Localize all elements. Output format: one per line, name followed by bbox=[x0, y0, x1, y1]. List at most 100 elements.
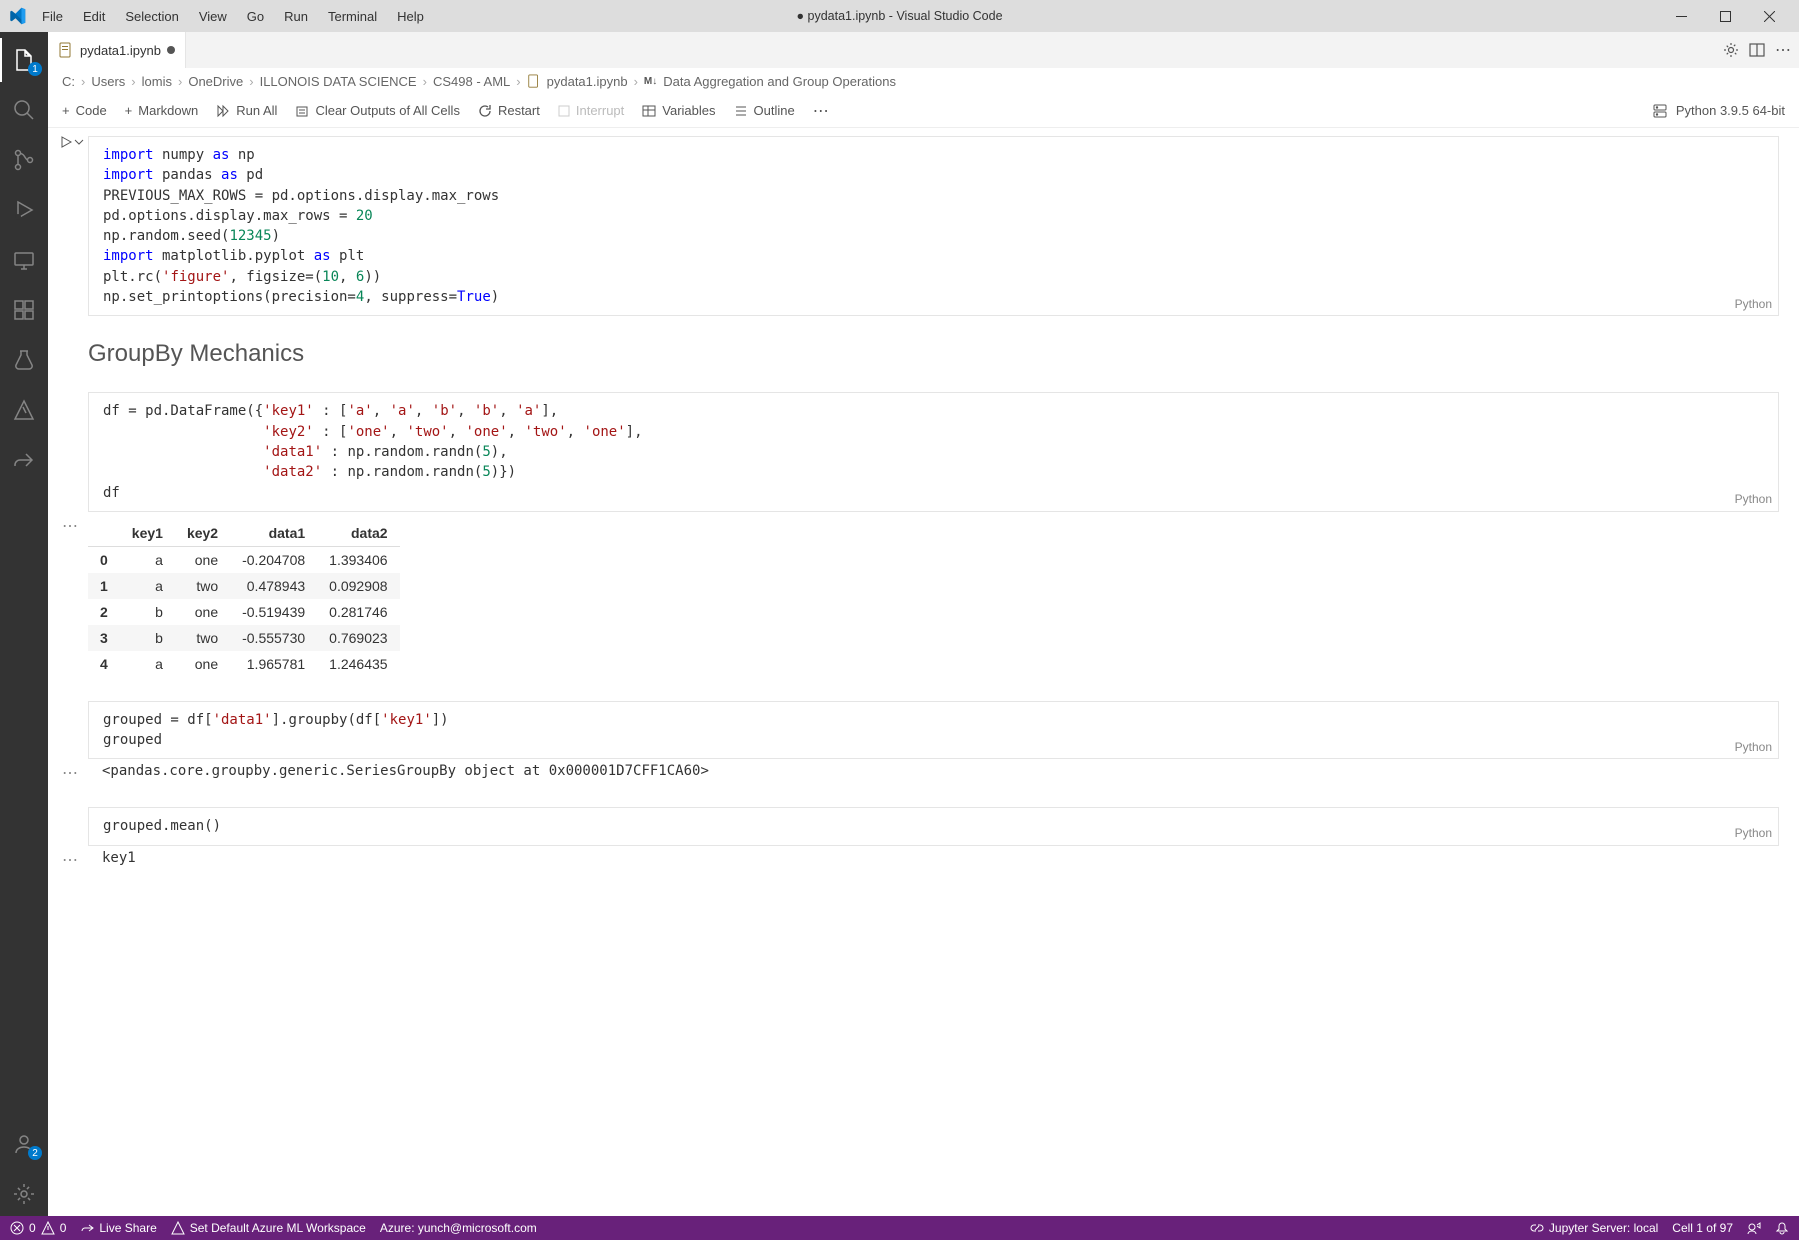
notebook-toolbar: +Code +Markdown Run All Clear Outputs of… bbox=[48, 94, 1799, 128]
run-all-button[interactable]: Run All bbox=[216, 103, 277, 118]
table-cell: 4 bbox=[88, 651, 120, 677]
activity-accounts[interactable]: 2 bbox=[0, 1122, 48, 1166]
table-cell: one bbox=[175, 546, 230, 573]
table-row: 0aone-0.2047081.393406 bbox=[88, 546, 400, 573]
code-cell[interactable]: grouped = df['data1'].groupby(df['key1']… bbox=[88, 701, 1779, 784]
split-editor-icon[interactable] bbox=[1749, 42, 1765, 58]
activity-run-debug[interactable] bbox=[0, 188, 48, 232]
activity-settings[interactable] bbox=[0, 1172, 48, 1216]
notebook-body[interactable]: import numpy as np import pandas as pd P… bbox=[48, 128, 1799, 1216]
more-toolbar-icon[interactable]: ⋯ bbox=[813, 101, 829, 121]
clear-outputs-button[interactable]: Clear Outputs of All Cells bbox=[295, 103, 460, 118]
window-title: ● pydata1.ipynb - Visual Studio Code bbox=[796, 9, 1002, 23]
variables-button[interactable]: Variables bbox=[642, 103, 715, 118]
table-cell: a bbox=[120, 546, 175, 573]
status-notifications-icon[interactable] bbox=[1775, 1221, 1789, 1235]
table-cell: a bbox=[120, 573, 175, 599]
heading-groupby-mechanics: GroupBy Mechanics bbox=[88, 340, 1779, 368]
output-text: <pandas.core.groupby.generic.SeriesGroup… bbox=[88, 759, 1779, 783]
table-cell: 1.965781 bbox=[230, 651, 317, 677]
run-cell-button[interactable] bbox=[60, 136, 84, 148]
warning-icon bbox=[41, 1221, 55, 1235]
menu-help[interactable]: Help bbox=[389, 5, 432, 28]
activity-search[interactable] bbox=[0, 88, 48, 132]
menu-run[interactable]: Run bbox=[276, 5, 316, 28]
output-collapse-icon[interactable]: ⋯ bbox=[62, 516, 78, 536]
breadcrumb-part[interactable]: lomis bbox=[142, 74, 172, 89]
markdown-cell[interactable]: GroupBy Mechanics bbox=[88, 340, 1779, 368]
status-jupyter-server[interactable]: Jupyter Server: local bbox=[1530, 1221, 1658, 1235]
activity-share[interactable] bbox=[0, 438, 48, 482]
table-cell: b bbox=[120, 599, 175, 625]
outline-icon bbox=[734, 104, 748, 118]
status-azure-workspace[interactable]: Set Default Azure ML Workspace bbox=[171, 1221, 366, 1235]
table-row: 1atwo0.4789430.092908 bbox=[88, 573, 400, 599]
plus-icon: + bbox=[125, 103, 133, 118]
menu-view[interactable]: View bbox=[191, 5, 235, 28]
status-cell-position[interactable]: Cell 1 of 97 bbox=[1672, 1221, 1733, 1235]
warning-icon bbox=[171, 1221, 185, 1235]
menu-selection[interactable]: Selection bbox=[117, 5, 186, 28]
window-controls bbox=[1659, 0, 1791, 32]
notebook-icon bbox=[58, 42, 74, 58]
breadcrumb-part[interactable]: Data Aggregation and Group Operations bbox=[663, 74, 896, 89]
interrupt-button: Interrupt bbox=[558, 103, 624, 118]
cell-lang-label: Python bbox=[1735, 491, 1772, 508]
notebook-icon bbox=[527, 74, 541, 88]
titlebar: File Edit Selection View Go Run Terminal… bbox=[0, 0, 1799, 32]
table-cell: -0.204708 bbox=[230, 546, 317, 573]
add-markdown-button[interactable]: +Markdown bbox=[125, 103, 199, 118]
add-code-button[interactable]: +Code bbox=[62, 103, 107, 118]
menu-go[interactable]: Go bbox=[239, 5, 272, 28]
output-collapse-icon[interactable]: ⋯ bbox=[62, 850, 78, 870]
code-cell[interactable]: import numpy as np import pandas as pd P… bbox=[88, 136, 1779, 316]
output-text: key1 bbox=[88, 846, 1779, 870]
accounts-badge: 2 bbox=[28, 1146, 42, 1160]
table-cell: 0.092908 bbox=[317, 573, 399, 599]
breadcrumb-part[interactable]: C: bbox=[62, 74, 75, 89]
server-icon bbox=[1652, 103, 1668, 119]
activity-extensions[interactable] bbox=[0, 288, 48, 332]
kernel-selector[interactable]: Python 3.9.5 64-bit bbox=[1676, 103, 1785, 118]
breadcrumb-part[interactable]: OneDrive bbox=[188, 74, 243, 89]
table-cell: 2 bbox=[88, 599, 120, 625]
activity-testing[interactable] bbox=[0, 338, 48, 382]
menu-file[interactable]: File bbox=[34, 5, 71, 28]
more-actions-icon[interactable]: ⋯ bbox=[1775, 40, 1791, 60]
table-cell: 1.246435 bbox=[317, 651, 399, 677]
tab-pydata1[interactable]: pydata1.ipynb bbox=[48, 32, 186, 68]
status-errors[interactable]: 0 0 bbox=[10, 1221, 66, 1235]
activity-azure[interactable] bbox=[0, 388, 48, 432]
output-collapse-icon[interactable]: ⋯ bbox=[62, 763, 78, 783]
link-icon bbox=[1530, 1221, 1544, 1235]
activity-source-control[interactable] bbox=[0, 138, 48, 182]
code-cell[interactable]: df = pd.DataFrame({'key1' : ['a', 'a', '… bbox=[88, 392, 1779, 676]
menu-terminal[interactable]: Terminal bbox=[320, 5, 385, 28]
dataframe-output: key1 key2 data1 data2 0aone-0.2047081.39… bbox=[88, 520, 400, 677]
status-bar: 0 0 Live Share Set Default Azure ML Work… bbox=[0, 1216, 1799, 1240]
breadcrumb-part[interactable]: pydata1.ipynb bbox=[547, 74, 628, 89]
breadcrumb-part[interactable]: Users bbox=[91, 74, 125, 89]
status-feedback-icon[interactable] bbox=[1747, 1221, 1761, 1235]
status-azure-account[interactable]: Azure: yunch@microsoft.com bbox=[380, 1221, 537, 1235]
code-cell[interactable]: grouped.mean()Python ⋯ key1 bbox=[88, 807, 1779, 869]
table-cell: one bbox=[175, 651, 230, 677]
status-liveshare[interactable]: Live Share bbox=[80, 1221, 156, 1235]
breadcrumb-part[interactable]: ILLONOIS DATA SCIENCE bbox=[260, 74, 417, 89]
outline-button[interactable]: Outline bbox=[734, 103, 795, 118]
restart-button[interactable]: Restart bbox=[478, 103, 540, 118]
menu-edit[interactable]: Edit bbox=[75, 5, 113, 28]
maximize-button[interactable] bbox=[1703, 0, 1747, 32]
table-row: 3btwo-0.5557300.769023 bbox=[88, 625, 400, 651]
cell-lang-label: Python bbox=[1735, 739, 1772, 756]
run-config-icon[interactable] bbox=[1723, 42, 1739, 58]
breadcrumb[interactable]: C:› Users› lomis› OneDrive› ILLONOIS DAT… bbox=[48, 68, 1799, 94]
activity-remote[interactable] bbox=[0, 238, 48, 282]
clear-icon bbox=[295, 104, 309, 118]
close-button[interactable] bbox=[1747, 0, 1791, 32]
table-cell: one bbox=[175, 599, 230, 625]
breadcrumb-part[interactable]: CS498 - AML bbox=[433, 74, 510, 89]
activity-explorer[interactable]: 1 bbox=[0, 38, 48, 82]
table-cell: 1 bbox=[88, 573, 120, 599]
minimize-button[interactable] bbox=[1659, 0, 1703, 32]
